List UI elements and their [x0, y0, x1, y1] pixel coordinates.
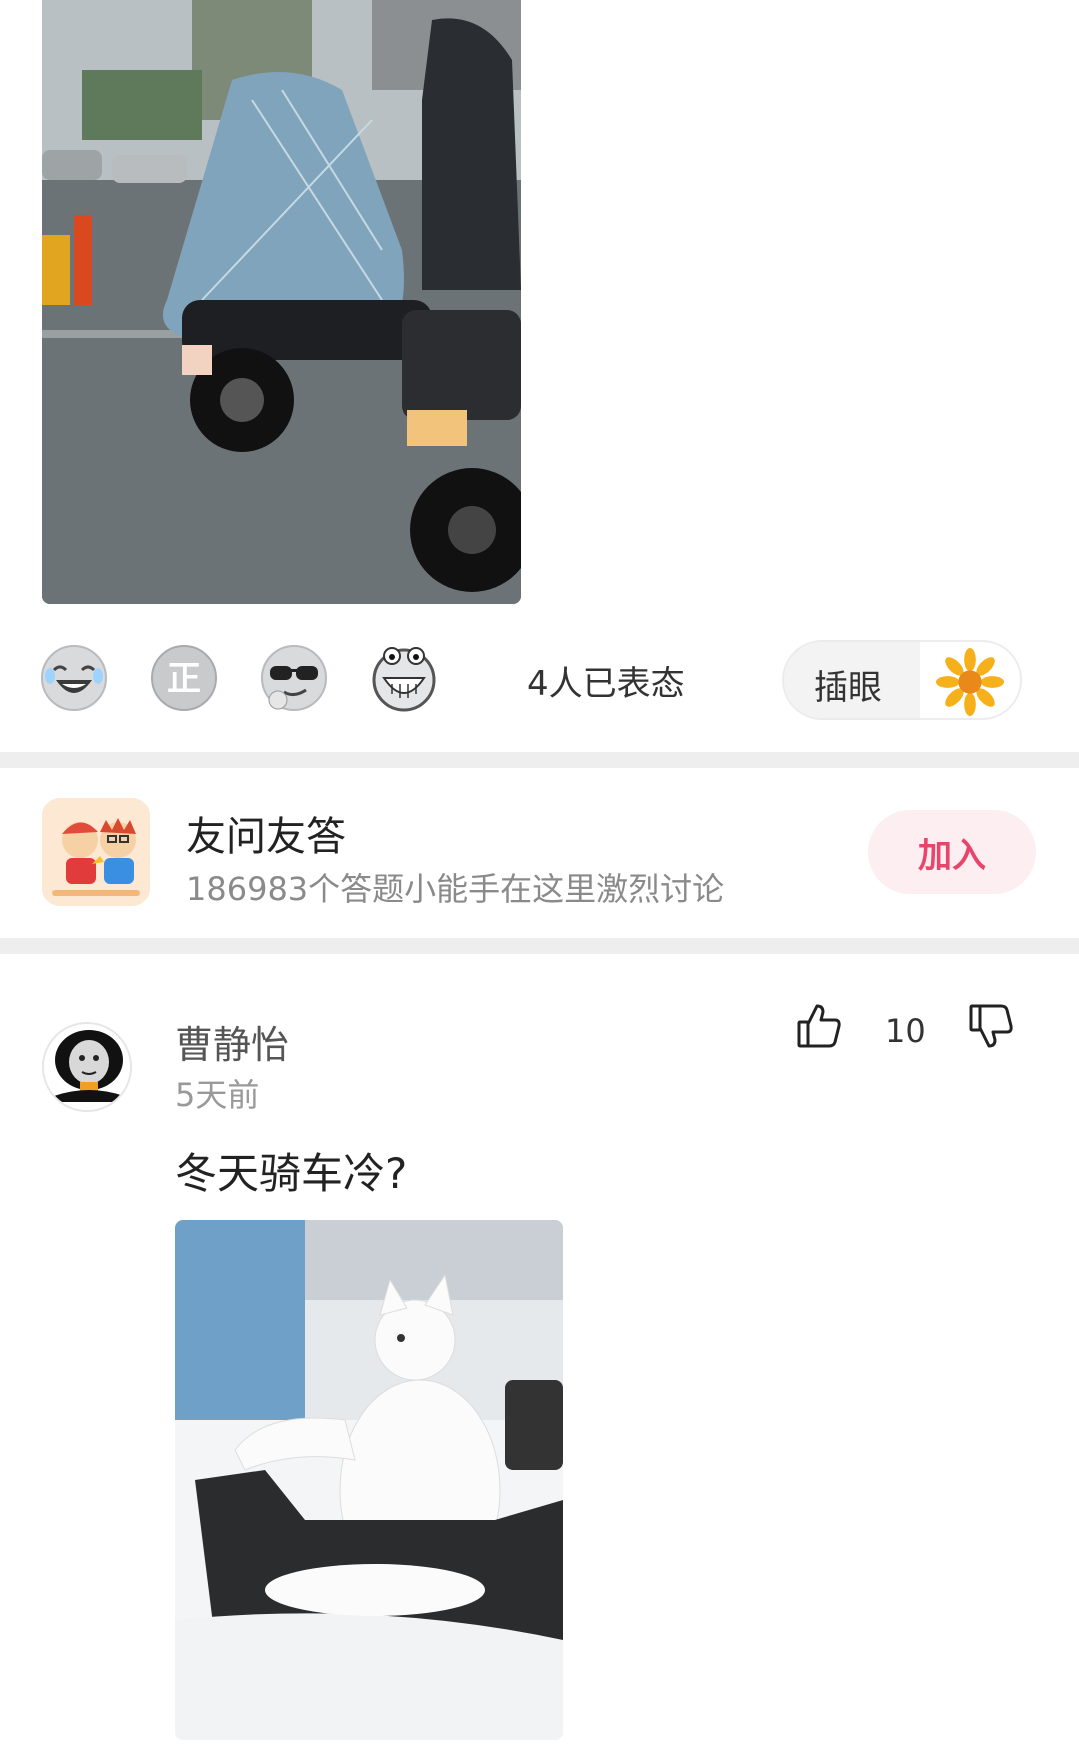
- group-title[interactable]: 友问友答: [186, 804, 346, 862]
- group-description: 186983个答题小能手在这里激烈讨论: [186, 870, 725, 908]
- comment-text: 冬天骑车冷?: [175, 1149, 408, 1198]
- group-row[interactable]: 友问友答 186983个答题小能手在这里激烈讨论 加入: [0, 768, 1079, 938]
- snowman-scooter-photo: [175, 1220, 563, 1740]
- zheng-badge-icon[interactable]: 正: [150, 644, 218, 712]
- avatar[interactable]: [42, 1022, 132, 1112]
- comment-item: 曹静怡 5天前 10 冬天骑车冷?: [0, 958, 1079, 1758]
- like-count: 10: [885, 1012, 926, 1050]
- comment-image[interactable]: [175, 1220, 563, 1740]
- group-avatar[interactable]: [42, 798, 150, 906]
- svg-text:正: 正: [167, 659, 201, 699]
- scooter-photo: [42, 0, 521, 604]
- laughing-face-icon[interactable]: [40, 644, 108, 712]
- section-divider: [0, 938, 1079, 954]
- grinning-face-icon[interactable]: [370, 644, 438, 712]
- cool-sunglasses-face-icon[interactable]: [260, 644, 328, 712]
- post-image[interactable]: [42, 0, 521, 604]
- thumbs-up-icon[interactable]: [795, 1002, 843, 1050]
- bookmark-reaction-label: 插眼: [814, 668, 882, 708]
- sunflower-icon: [920, 642, 1020, 718]
- section-divider: [0, 752, 1079, 768]
- comment-timestamp: 5天前: [175, 1076, 260, 1114]
- reaction-count: 4人已表态: [527, 664, 685, 704]
- thumbs-down-icon[interactable]: [967, 1002, 1015, 1050]
- reaction-row: 正 4人已表态 插眼: [40, 640, 1030, 720]
- comment-username[interactable]: 曹静怡: [175, 1014, 289, 1069]
- join-button[interactable]: 加入: [868, 810, 1036, 894]
- bookmark-reaction-button[interactable]: 插眼: [782, 640, 1022, 720]
